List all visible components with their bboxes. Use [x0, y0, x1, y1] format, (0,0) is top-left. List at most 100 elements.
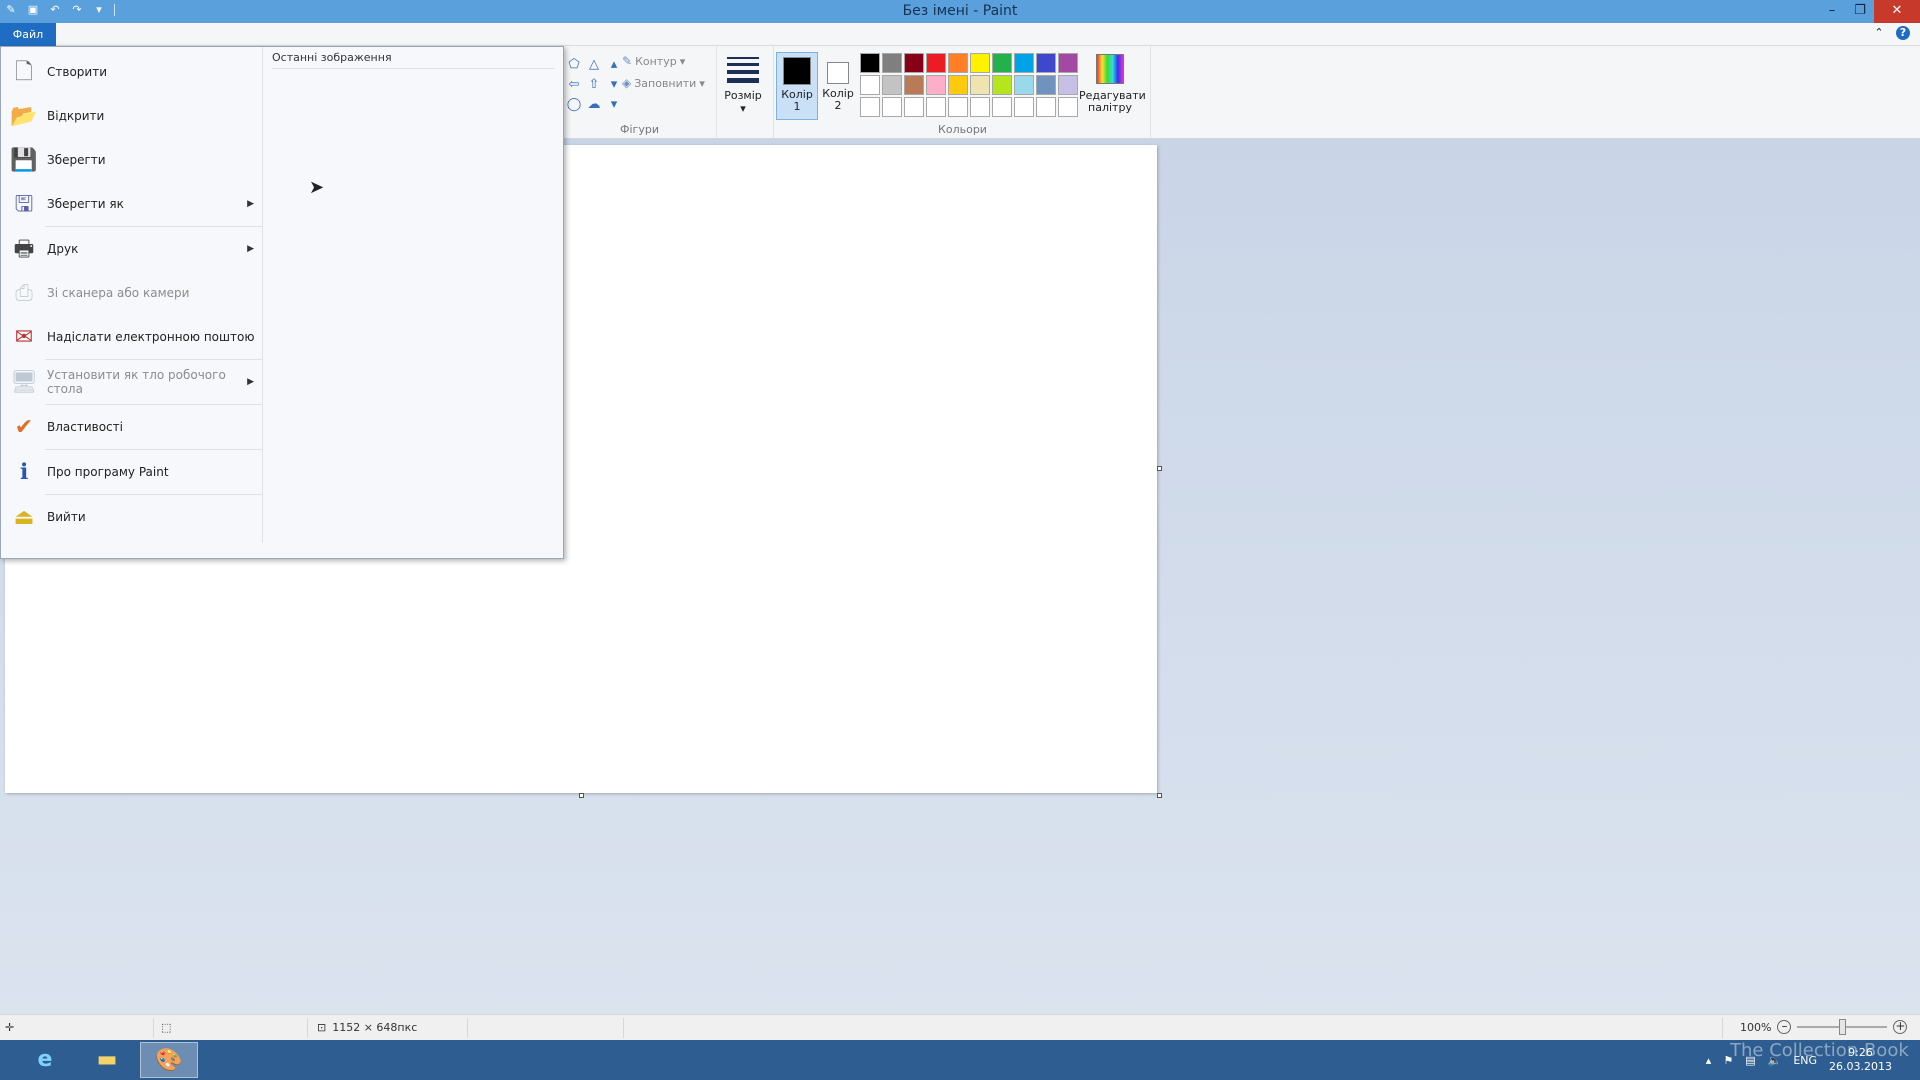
palette-swatch[interactable] [860, 53, 880, 73]
file-menu-item[interactable]: ⏏ Вийти [1, 495, 262, 539]
ribbon-tabs: Файл ⌃ ? [0, 23, 1920, 46]
file-menu-item[interactable]: ✔ Властивості [1, 405, 262, 449]
save-as-icon: 🖫 [14, 192, 34, 217]
resize-handle-right[interactable] [1157, 466, 1162, 471]
shape-pentagon-icon[interactable]: ⬠ [565, 56, 583, 74]
zoom-out-button[interactable]: – [1777, 1020, 1792, 1034]
fill-dropdown[interactable]: ◈ Заповнити ▾ [622, 76, 705, 90]
color-palette [859, 52, 1079, 118]
watermark-text: The Collection Book [1730, 1040, 1909, 1061]
show-hidden-icons-icon[interactable]: ▴ [1706, 1054, 1712, 1067]
palette-swatch[interactable] [970, 53, 990, 73]
color1-label: Колір 1 [781, 88, 813, 113]
palette-swatch[interactable] [970, 97, 990, 117]
file-menu-item-label: Зі сканера або камери [47, 286, 190, 300]
file-menu-item[interactable]: ℹ Про програму Paint [1, 450, 262, 494]
palette-swatch[interactable] [970, 75, 990, 95]
color2-button[interactable]: Колір 2 [817, 52, 859, 120]
palette-swatch[interactable] [882, 97, 902, 117]
palette-swatch[interactable] [1036, 75, 1056, 95]
shape-callout-icon[interactable]: ◯ [565, 96, 583, 114]
palette-swatch[interactable] [882, 75, 902, 95]
file-menu-item[interactable]: 🖶 Друк ▶ [1, 227, 262, 271]
zoom-level: 100% [1740, 1020, 1772, 1034]
file-menu-item-label: Про програму Paint [47, 465, 169, 479]
palette-swatch[interactable] [948, 97, 968, 117]
shape-triangle-icon[interactable]: △ [585, 56, 603, 74]
palette-swatch[interactable] [904, 53, 924, 73]
palette-swatch[interactable] [1036, 53, 1056, 73]
desktop-background-icon: 🖥 [10, 370, 38, 395]
file-menu-item[interactable]: 📂 Відкрити [1, 94, 262, 138]
palette-swatch[interactable] [904, 97, 924, 117]
palette-swatch[interactable] [882, 53, 902, 73]
zoom-slider-thumb[interactable] [1839, 1019, 1847, 1035]
palette-swatch[interactable] [1014, 75, 1034, 95]
palette-swatch[interactable] [992, 97, 1012, 117]
edit-palette-button[interactable]: Редагувати палітру [1079, 52, 1146, 114]
palette-swatch[interactable] [860, 75, 880, 95]
palette-swatch[interactable] [904, 75, 924, 95]
shape-arrow-up-icon[interactable]: ⇧ [585, 76, 603, 94]
file-menu-item-label: Надіслати електронною поштою [47, 330, 255, 344]
mouse-pointer-icon: ➤ [309, 177, 325, 198]
edit-palette-label: Редагувати палітру [1079, 89, 1146, 114]
shapes-more-icon[interactable]: ▾ [605, 96, 623, 114]
file-menu-item[interactable]: 💾 Зберегти [1, 138, 262, 182]
status-divider [153, 1018, 154, 1038]
minimize-button[interactable]: – [1818, 0, 1846, 23]
file-tab[interactable]: Файл [0, 23, 56, 46]
shape-cloud-icon[interactable]: ☁ [585, 96, 603, 114]
size-button[interactable]: Розмір ▾ [723, 54, 763, 124]
palette-swatch[interactable] [926, 97, 946, 117]
close-button[interactable]: ✕ [1874, 0, 1920, 23]
shapes-scroll-down-icon[interactable]: ▾ [605, 76, 623, 94]
restore-button[interactable]: ❐ [1846, 0, 1874, 23]
palette-swatch[interactable] [926, 75, 946, 95]
selection-size-icon: ⬚ [161, 1021, 172, 1034]
file-menu-item[interactable]: ✉ Надіслати електронною поштою [1, 315, 262, 359]
zoom-slider[interactable] [1797, 1019, 1888, 1035]
recent-images-title: Останні зображення [272, 51, 555, 69]
color1-button[interactable]: Колір 1 [776, 52, 818, 120]
status-divider [1722, 1018, 1723, 1038]
properties-check-icon: ✔ [14, 415, 34, 440]
palette-swatch[interactable] [1014, 53, 1034, 73]
internet-explorer-icon[interactable]: e [16, 1042, 74, 1078]
taskbar: e ▬ 🎨 ▴ ⚑ ▤ 🔈 ENG 9:26 26.03.2013 [0, 1040, 1920, 1080]
palette-swatch[interactable] [948, 53, 968, 73]
email-icon: ✉ [14, 325, 34, 350]
file-explorer-icon[interactable]: ▬ [78, 1042, 136, 1078]
palette-swatch[interactable] [926, 53, 946, 73]
title-bar: ✎ ▣ ↶ ↷ ▾ Без імені - Paint – ❐ ✕ [0, 0, 1920, 23]
palette-swatch[interactable] [1036, 97, 1056, 117]
paint-taskbar-icon[interactable]: 🎨 [140, 1042, 198, 1078]
palette-swatch[interactable] [1058, 53, 1078, 73]
zoom-in-button[interactable]: + [1893, 1020, 1908, 1034]
color2-swatch [827, 62, 849, 84]
file-menu-item[interactable]: 🗋 Створити [1, 50, 262, 94]
palette-swatch[interactable] [992, 53, 1012, 73]
palette-swatch[interactable] [1014, 97, 1034, 117]
file-menu-item[interactable]: 🖫 Зберегти як ▶ [1, 182, 262, 226]
palette-swatch[interactable] [1058, 75, 1078, 95]
file-menu-item-label: Властивості [47, 420, 123, 434]
resize-handle-bottom[interactable] [579, 793, 584, 798]
file-menu-commands: 🗋 Створити 📂 Відкрити 💾 Зберегти 🖫 Зберегти як ▶… [1, 47, 263, 543]
collapse-ribbon-icon[interactable]: ⌃ [1872, 26, 1886, 40]
shapes-gallery: ⬠ △ ▴ ⇦ ⇧ ▾ ◯ ☁ ▾ [565, 56, 623, 114]
shape-arrow-left-icon[interactable]: ⇦ [565, 76, 583, 94]
palette-swatch[interactable] [860, 97, 880, 117]
palette-swatch[interactable] [1058, 97, 1078, 117]
palette-swatch[interactable] [992, 75, 1012, 95]
outline-dropdown[interactable]: ✎ Контур ▾ [622, 54, 685, 68]
help-icon[interactable]: ? [1896, 26, 1910, 40]
status-bar: ✛ ⬚ ⊡ 1152 × 648пкс 100% – + [0, 1014, 1920, 1040]
shapes-scroll-up-icon[interactable]: ▴ [605, 56, 623, 74]
canvas-dimensions: 1152 × 648пкс [332, 1021, 418, 1034]
info-icon: ℹ [19, 460, 29, 485]
scanner-icon: ⎙ [15, 281, 33, 306]
palette-swatch[interactable] [948, 75, 968, 95]
resize-handle-corner[interactable] [1157, 793, 1162, 798]
shapes-group-label: Фігури [620, 123, 659, 136]
